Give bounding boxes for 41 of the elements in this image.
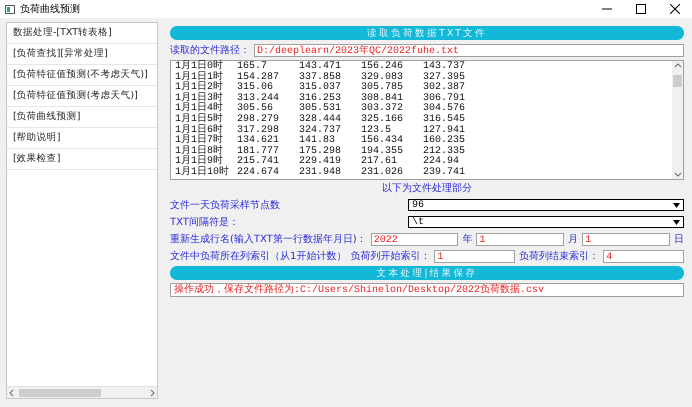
sidebar-item[interactable]: 数据处理-[TXT转表格]	[7, 23, 157, 44]
file-path-label: 读取的文件路径：	[170, 44, 250, 57]
year-label: 年	[462, 233, 472, 246]
scrollbar-thumb[interactable]	[673, 75, 682, 87]
scrollbar-thumb[interactable]	[19, 388, 101, 396]
close-icon	[670, 4, 680, 14]
vertical-scrollbar[interactable]	[672, 61, 683, 179]
sample-points-dropdown[interactable]: 96	[408, 199, 684, 211]
end-index-label: 负荷列结束索引：	[519, 250, 600, 263]
start-index-field[interactable]: 1	[434, 250, 516, 262]
sidebar-item[interactable]: [效果检查]	[7, 149, 157, 170]
sidebar-item[interactable]: [负荷特征值预测(不考虑天气)]	[7, 65, 157, 86]
horizontal-scrollbar[interactable]	[7, 386, 157, 398]
sidebar-item[interactable]: [负荷查找][异常处理]	[7, 44, 157, 65]
caret-icon	[673, 220, 680, 224]
end-index-field[interactable]: 4	[603, 250, 684, 262]
sidebar-item[interactable]: [负荷特征值预测(考虑天气)]	[7, 86, 157, 107]
delimiter-label: TXT间隔符是：	[170, 216, 239, 229]
month-label: 月	[568, 233, 578, 246]
year-field[interactable]: 2022	[370, 232, 458, 246]
window-title: 负荷曲线预测	[20, 2, 81, 16]
row-name-label: 重新生成行名(输入TXT第一行数据年月日)：	[170, 232, 367, 246]
sidebar-item[interactable]: [帮助说明]	[7, 128, 157, 149]
day-field[interactable]: 1	[582, 232, 670, 246]
file-line: 1月1日10时 224.674 231.948 231.026 239.741	[175, 168, 466, 179]
status-field: 操作成功，保存文件路径为:C:/Users/Shinelon/Desktop/2022负荷数据.csv	[170, 283, 684, 297]
file-line: 1月1日0时 165.7 143.471 156.246 143.737	[175, 62, 466, 72]
maximize-icon	[636, 4, 646, 14]
section-caption: 以下为文件处理部分	[381, 183, 473, 195]
sample-points-label: 文件一天负荷采样节点数	[170, 198, 280, 212]
caret-icon	[673, 202, 680, 208]
delimiter-dropdown[interactable]: \t	[408, 216, 684, 228]
sidebar-item[interactable]: [负荷曲线预测]	[7, 107, 157, 128]
column-index-label: 文件中负荷所在列索引（从1开始计数）	[170, 250, 346, 263]
app-icon	[5, 4, 15, 14]
day-label: 日	[674, 233, 684, 246]
file-path-field[interactable]: D:/deeplearn/2023年QC/2022fuhe.txt	[254, 44, 684, 56]
file-line: 1月1日5时 298.279 328.444 325.166 316.545	[175, 114, 466, 125]
month-field[interactable]: 1	[476, 232, 564, 246]
file-content-area[interactable]	[170, 60, 684, 180]
start-index-label: 负荷列开始索引：	[350, 250, 430, 263]
